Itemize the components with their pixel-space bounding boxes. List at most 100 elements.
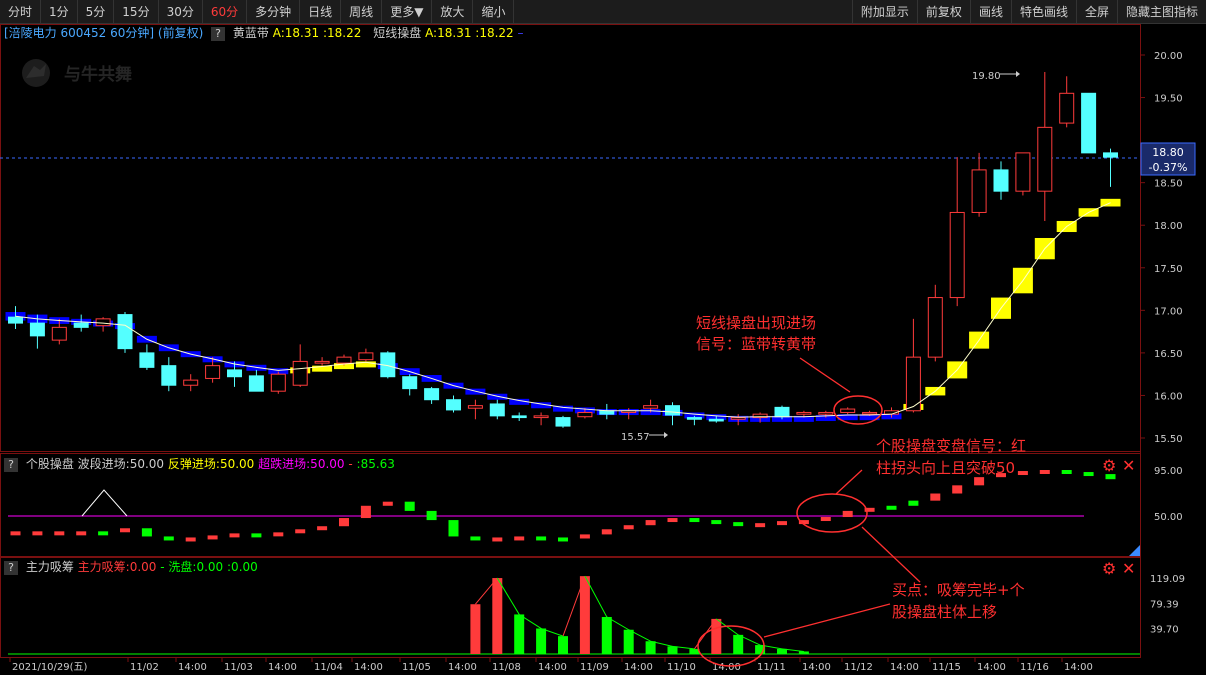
sub1-help-button[interactable]: ? xyxy=(4,457,18,472)
sub1-l2: 反弹进场:50.00 xyxy=(167,457,255,471)
candle-up xyxy=(840,408,856,413)
candle-down xyxy=(117,314,133,350)
stock-title[interactable]: [涪陵电力 600452 60分钟] (前复权) xyxy=(4,26,203,40)
candle-up xyxy=(467,405,483,409)
svg-text:18.80: 18.80 xyxy=(1152,146,1184,159)
sub2-info-bar: ? 主力吸筹 主力吸筹:0.00 - 洗盘:0.00 :0.00 xyxy=(0,558,258,576)
candle-down xyxy=(446,399,461,411)
ind2-value-b: :18.22 xyxy=(475,26,514,40)
sub2-gear-icon[interactable]: ⚙ xyxy=(1102,559,1116,578)
sub1-bar xyxy=(470,536,481,541)
price-axis-label: 16.50 xyxy=(1154,349,1183,360)
sub2-name: 主力吸筹 xyxy=(25,560,74,574)
toolbar-right-button-2[interactable]: 画线 xyxy=(969,0,1011,24)
toolbar-right-button-4[interactable]: 全屏 xyxy=(1075,0,1117,24)
sub1-bar xyxy=(623,525,634,530)
candle-down xyxy=(1103,152,1118,158)
candle-down xyxy=(665,405,680,416)
candle-down xyxy=(227,369,242,378)
sub2-bar xyxy=(623,629,634,654)
ind1-value-b: :18.22 xyxy=(322,26,362,40)
sub1-triangle xyxy=(81,489,128,517)
period-button-11[interactable]: 缩小 xyxy=(473,0,515,24)
toolbar-right-group: 附加显示 前复权 画线 特色画线 全屏 隐藏主图指标 xyxy=(851,0,1206,24)
toolbar-right-button-3[interactable]: 特色画线 xyxy=(1010,0,1076,24)
toolbar-right-button-1[interactable]: 前复权 xyxy=(916,0,970,24)
sub2-bar xyxy=(514,614,525,654)
date-axis-label: 2021/10/29(五) xyxy=(12,662,88,673)
period-button-4[interactable]: 30分 xyxy=(159,0,203,24)
date-axis-label: 11/10 xyxy=(667,662,696,673)
band-line-layer xyxy=(15,202,1111,418)
sub1-bar xyxy=(908,500,919,506)
candle-down xyxy=(402,376,418,390)
sub1-bar xyxy=(645,520,656,526)
period-button-5[interactable]: 60分 xyxy=(203,0,248,24)
sub2-axis-label: 119.09 xyxy=(1150,574,1185,585)
sub1-bar xyxy=(163,536,174,541)
candle-up xyxy=(270,373,286,392)
period-button-6[interactable]: 多分钟 xyxy=(247,0,301,24)
candle-up xyxy=(314,360,330,364)
ind2-name: 短线操盘 xyxy=(373,26,422,40)
toolbar-right-button-5[interactable]: 隐藏主图指标 xyxy=(1116,0,1206,24)
sub1-bar xyxy=(755,523,766,528)
sub1-bar xyxy=(1017,471,1028,476)
sub2-help-button[interactable]: ? xyxy=(4,560,18,575)
sub1-bar xyxy=(448,520,459,537)
price-axis-label: 15.50 xyxy=(1154,434,1183,445)
candle-up xyxy=(730,417,746,420)
svg-text:与牛共舞: 与牛共舞 xyxy=(64,64,132,85)
sub2-bar xyxy=(579,576,590,654)
sub1-bar xyxy=(536,536,547,541)
toolbar-right-button-0[interactable]: 附加显示 xyxy=(851,0,917,24)
annotation-3: 买点：吸筹完毕+个 股操盘柱体上移 xyxy=(697,581,1025,667)
sub1-bar xyxy=(514,536,525,541)
period-toolbar: 分时 1分 5分 15分 30分 60分 多分钟 日线 周线 更多▼ 放大 缩小 附加显示 前复权 画线 特色… xyxy=(0,0,1206,24)
period-button-8[interactable]: 周线 xyxy=(341,0,383,24)
period-button-10[interactable]: 放大 xyxy=(432,0,474,24)
annotation-2: 个股操盘变盘信号：红 柱拐头向上且突破50 xyxy=(796,437,1026,583)
svg-text:19.80: 19.80 xyxy=(972,71,1001,82)
sub1-close-icon[interactable]: ✕ xyxy=(1122,456,1135,475)
sub1-axis-label: 95.00 xyxy=(1154,466,1183,477)
period-button-3[interactable]: 15分 xyxy=(114,0,159,24)
candle-down xyxy=(489,403,505,417)
sub1-bar xyxy=(558,537,568,542)
help-button[interactable]: ? xyxy=(211,26,226,41)
svg-text:-0.37%: -0.37% xyxy=(1149,161,1188,174)
sub1-bar xyxy=(229,533,240,538)
candle-down xyxy=(139,352,155,368)
period-button-2[interactable]: 5分 xyxy=(78,0,115,24)
ind2-marker: – xyxy=(517,26,524,40)
candle-up xyxy=(796,411,812,415)
period-button-7[interactable]: 日线 xyxy=(300,0,342,24)
period-button-0[interactable]: 分时 xyxy=(0,0,42,24)
period-button-9[interactable]: 更多▼ xyxy=(382,0,433,24)
price-tag: 18.80 -0.37% xyxy=(1140,142,1196,176)
sub1-bar xyxy=(1039,470,1050,474)
sub2-l3: :0.00 xyxy=(227,560,258,574)
sub2-close-icon[interactable]: ✕ xyxy=(1122,559,1135,578)
candle-down xyxy=(555,417,571,427)
price-axis-label: 19.50 xyxy=(1154,94,1183,105)
candle-up xyxy=(577,411,593,418)
sub1-bar xyxy=(974,477,985,486)
candle-down xyxy=(8,316,23,324)
price-axis-label: 17.50 xyxy=(1154,264,1183,275)
sub1-layer xyxy=(8,470,1116,542)
candle-up xyxy=(643,405,659,409)
sub1-gear-icon[interactable]: ⚙ xyxy=(1102,456,1116,475)
candle-up xyxy=(51,326,67,341)
sub1-bar xyxy=(185,537,196,542)
sub2-bar xyxy=(470,604,481,654)
sub2-bar xyxy=(601,616,612,654)
sub1-bar xyxy=(404,501,415,511)
sub1-info-bar: ? 个股操盘 波段进场:50.00 反弹进场:50.00 超跌进场:50.00 … xyxy=(0,455,395,473)
sub1-bar xyxy=(339,518,349,527)
svg-text:短线操盘出现进场: 短线操盘出现进场 xyxy=(696,314,816,332)
candle-down xyxy=(686,417,702,420)
candle-down xyxy=(599,410,615,415)
candle-up xyxy=(205,365,221,379)
period-button-1[interactable]: 1分 xyxy=(41,0,78,24)
